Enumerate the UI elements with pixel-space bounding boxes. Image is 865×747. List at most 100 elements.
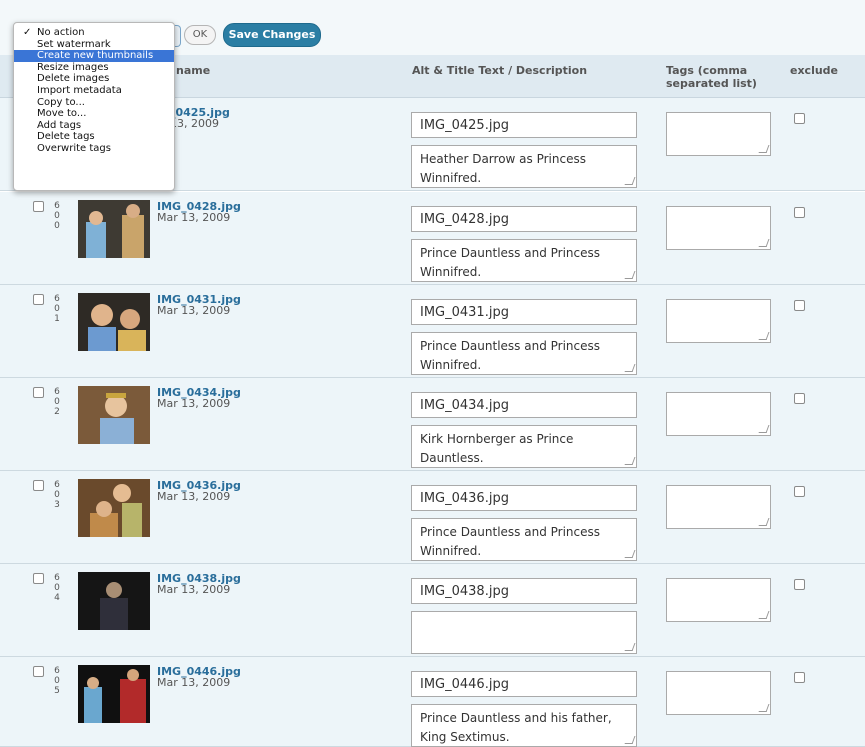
tags-textarea[interactable] [666,578,771,622]
row-select-checkbox[interactable] [33,201,44,212]
description-textarea[interactable]: Kirk Hornberger as Prince Dauntless. [411,425,637,468]
alt-title-input[interactable]: IMG_0434.jpg [411,392,637,418]
checkmark-icon: ✓ [23,27,32,38]
photo-date: 13, 2009 [170,117,219,130]
alt-title-input[interactable]: IMG_0425.jpg [411,112,637,138]
image-id: 601 [54,294,60,324]
menu-item-label: Import metadata [37,84,122,96]
menu-item-label: Create new thumbnails [37,50,154,62]
tags-textarea[interactable] [666,299,771,343]
row-select-checkbox[interactable] [33,573,44,584]
resize-grip-icon[interactable] [758,332,770,340]
menu-item-delete-tags[interactable]: Delete tags [14,131,174,143]
menu-item-label: Delete images [37,73,110,85]
resize-grip-icon[interactable] [624,643,636,651]
menu-item-label: No action [37,27,85,38]
resize-grip-icon[interactable] [624,364,636,372]
resize-grip-icon[interactable] [624,550,636,558]
menu-item-move-to[interactable]: Move to... [14,108,174,120]
menu-item-label: Add tags [37,119,82,131]
exclude-checkbox[interactable] [794,672,805,683]
resize-grip-icon[interactable] [758,239,770,247]
tags-textarea[interactable] [666,112,771,156]
table-row: 604 IMG_0438.jpg Mar 13, 2009 IMG_0438.j… [0,564,865,657]
resize-grip-icon[interactable] [624,736,636,744]
row-select-checkbox[interactable] [33,666,44,677]
table-row: 605 IMG_0446.jpg Mar 13, 2009 IMG_0446.j… [0,657,865,747]
alt-title-input[interactable]: IMG_0431.jpg [411,299,637,325]
image-id: 602 [54,387,60,417]
resize-grip-icon[interactable] [758,145,770,153]
image-id: 600 [54,201,60,231]
description-textarea[interactable]: Prince Dauntless and Princess Winnifred. [411,239,637,282]
alt-title-input[interactable]: IMG_0446.jpg [411,671,637,697]
tags-textarea[interactable] [666,392,771,436]
description-text: Prince Dauntless and his father, King Se… [420,711,612,744]
exclude-checkbox[interactable] [794,207,805,218]
resize-grip-icon[interactable] [624,177,636,185]
alt-title-input[interactable]: IMG_0438.jpg [411,578,637,604]
menu-item-set-watermark[interactable]: Set watermark [14,39,174,51]
photo-thumbnail[interactable] [78,200,150,258]
table-row: 603 IMG_0436.jpg Mar 13, 2009 IMG_0436.j… [0,471,865,564]
menu-item-import-metadata[interactable]: Import metadata [14,85,174,97]
tags-textarea[interactable] [666,671,771,715]
photo-thumbnail[interactable] [78,293,150,351]
menu-item-overwrite-tags[interactable]: Overwrite tags [14,143,174,155]
description-text: Kirk Hornberger as Prince Dauntless. [420,432,574,465]
alt-title-input[interactable]: IMG_0428.jpg [411,206,637,232]
resize-grip-icon[interactable] [758,425,770,433]
menu-item-label: Copy to... [37,96,85,108]
image-id: 605 [54,666,60,696]
resize-grip-icon[interactable] [624,271,636,279]
exclude-checkbox[interactable] [794,393,805,404]
menu-item-resize-images[interactable]: Resize images [14,62,174,74]
menu-item-create-new-thumbnails[interactable]: Create new thumbnails [14,50,174,62]
tags-header: Tags (comma separated list) [666,64,757,90]
alt-title-header: Alt & Title Text / Description [412,64,588,77]
exclude-checkbox[interactable] [794,486,805,497]
menu-item-copy-to[interactable]: Copy to... [14,97,174,109]
description-textarea[interactable]: Prince Dauntless and Princess Winnifred. [411,518,637,561]
exclude-checkbox[interactable] [794,300,805,311]
description-text: Prince Dauntless and Princess Winnifred. [420,246,601,279]
menu-item-no-action[interactable]: ✓ No action [14,27,174,39]
menu-item-label: Resize images [37,61,109,73]
row-select-checkbox[interactable] [33,480,44,491]
menu-item-label: Delete tags [37,131,95,143]
menu-item-add-tags[interactable]: Add tags [14,120,174,132]
exclude-checkbox[interactable] [794,579,805,590]
photo-thumbnail[interactable] [78,386,150,444]
menu-item-label: Overwrite tags [37,142,111,154]
photo-date: Mar 13, 2009 [157,490,231,503]
image-id: 604 [54,573,60,603]
image-id: 603 [54,480,60,510]
row-select-checkbox[interactable] [33,294,44,305]
description-text: Heather Darrow as Princess Winnifred. [420,152,586,185]
description-textarea[interactable]: Prince Dauntless and Princess Winnifred. [411,332,637,375]
save-changes-button[interactable]: Save Changes [223,23,321,47]
description-textarea[interactable]: Prince Dauntless and his father, King Se… [411,704,637,747]
tags-textarea[interactable] [666,206,771,250]
alt-title-input[interactable]: IMG_0436.jpg [411,485,637,511]
photo-date: Mar 13, 2009 [157,304,231,317]
description-textarea[interactable]: Heather Darrow as Princess Winnifred. [411,145,637,188]
photo-date: Mar 13, 2009 [157,676,231,689]
photo-date: Mar 13, 2009 [157,397,231,410]
photo-date: Mar 13, 2009 [157,211,231,224]
resize-grip-icon[interactable] [624,457,636,465]
photo-thumbnail[interactable] [78,665,150,723]
exclude-checkbox[interactable] [794,113,805,124]
menu-item-label: Move to... [37,108,87,120]
menu-item-delete-images[interactable]: Delete images [14,73,174,85]
photo-thumbnail[interactable] [78,572,150,630]
row-select-checkbox[interactable] [33,387,44,398]
description-textarea[interactable] [411,611,637,654]
tags-textarea[interactable] [666,485,771,529]
resize-grip-icon[interactable] [758,611,770,619]
ok-button[interactable]: OK [184,25,216,45]
resize-grip-icon[interactable] [758,704,770,712]
photo-thumbnail[interactable] [78,479,150,537]
menu-item-label: Set watermark [37,38,111,50]
resize-grip-icon[interactable] [758,518,770,526]
